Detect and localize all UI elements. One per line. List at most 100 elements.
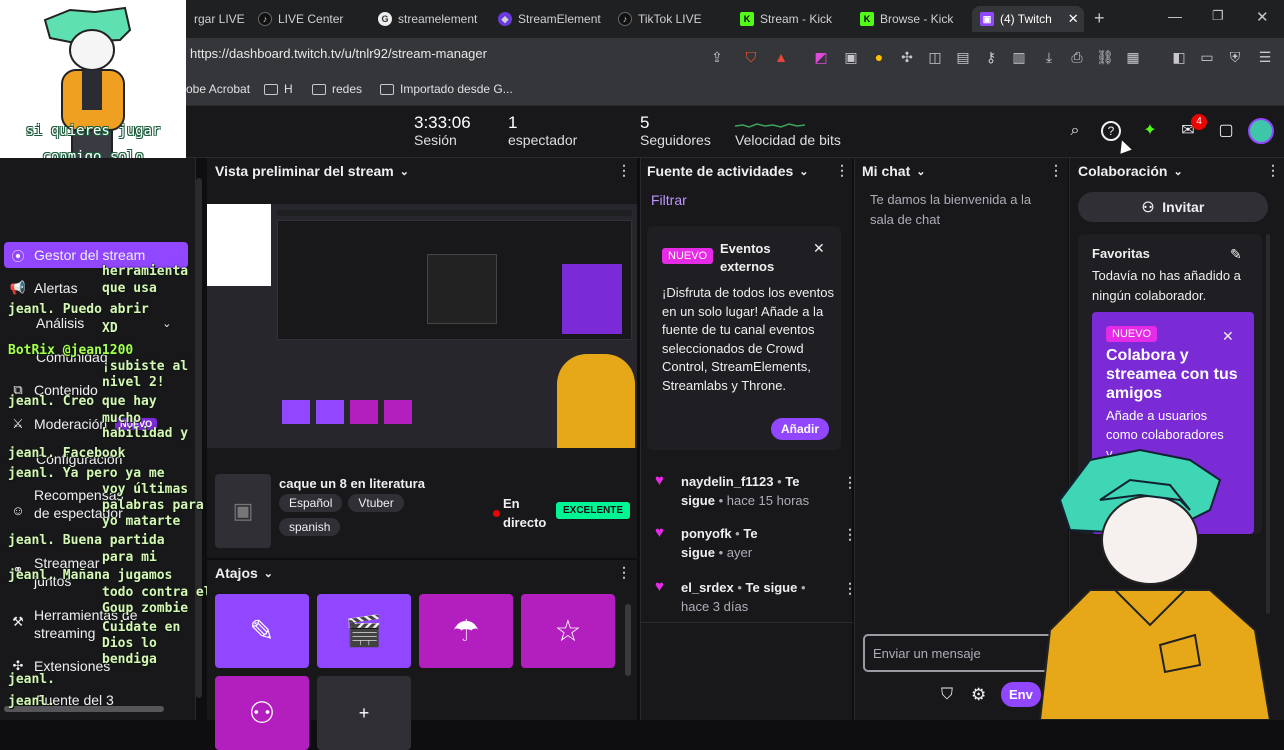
browser-tab-6[interactable]: K Stream - Kick xyxy=(732,6,844,32)
activity-event[interactable]: ♥ el_srdex • Te sigue • hace 3 días xyxy=(655,578,835,616)
tag[interactable]: Español xyxy=(279,494,343,512)
browser-tab-1[interactable]: rgar LIVE xyxy=(186,6,248,32)
twitch-top-bar: 3:33:06 Sesión 1 espectador 5 Seguidores… xyxy=(0,106,1284,158)
bookmark-h[interactable]: H xyxy=(264,82,293,96)
browser-tab-5[interactable]: ♪ TikTok LIVE xyxy=(610,6,722,32)
print-icon[interactable]: ⎙ xyxy=(1068,48,1086,66)
stream-preview-video[interactable] xyxy=(207,204,637,448)
extension-icon[interactable]: ● xyxy=(870,48,888,66)
extension-icon[interactable]: ◫ xyxy=(926,48,944,66)
sidebar-item-alerts[interactable]: 📢 Alertas xyxy=(10,280,78,296)
overlay-chat-line: mucho xyxy=(102,411,142,426)
close-tab-icon[interactable]: ✕ xyxy=(1068,11,1079,27)
close-icon[interactable]: ✕ xyxy=(813,240,825,257)
live-dot xyxy=(493,510,500,517)
share-icon[interactable]: ⇪ xyxy=(708,48,726,66)
bookmark-redes[interactable]: redes xyxy=(312,82,362,96)
tag[interactable]: Vtuber xyxy=(348,494,404,512)
search-icon[interactable]: ⌕ xyxy=(1064,120,1086,142)
stream-preview-panel: Vista preliminar del stream ⌄ ⋮ ▣ caque u… xyxy=(207,158,637,558)
extension-icon[interactable]: ▤ xyxy=(954,48,972,66)
avatar[interactable] xyxy=(1248,118,1274,144)
download-icon[interactable]: ⤓ xyxy=(1040,48,1058,66)
shortcuts-header[interactable]: Atajos ⌄ xyxy=(215,565,273,581)
collab-header[interactable]: Colaboración ⌄ xyxy=(1078,163,1183,179)
event-time: hace 15 horas xyxy=(726,493,810,508)
help-icon[interactable]: ? xyxy=(1101,121,1121,141)
preview-header[interactable]: Vista preliminar del stream ⌄ xyxy=(215,163,409,179)
sidebar-toggle-icon[interactable]: ◧ xyxy=(1170,48,1188,66)
puzzle-icon[interactable]: ✣ xyxy=(898,48,916,66)
bitrate-stat: Velocidad de bits xyxy=(735,114,841,148)
highlight-button[interactable]: ☆ xyxy=(521,594,615,668)
sparkle-icon[interactable]: ✦ xyxy=(1139,120,1161,142)
bookmark-acrobat[interactable]: obe Acrobat xyxy=(186,82,250,96)
shield-icon[interactable]: ⛉ xyxy=(941,686,953,704)
whispers-icon[interactable]: ▢ xyxy=(1215,120,1237,142)
maximize-icon[interactable]: ❐ xyxy=(1212,8,1224,24)
browser-tab-3[interactable]: G streamelement xyxy=(370,6,482,32)
overlay-chat-line: voy últimas xyxy=(102,482,189,497)
more-icon[interactable]: ⋮ xyxy=(1266,162,1280,179)
create-clip-button[interactable]: 🎬 xyxy=(317,594,411,668)
sword-icon: ⚔ xyxy=(12,416,24,431)
tag[interactable]: spanish xyxy=(279,518,341,536)
invite-button[interactable]: ⚇ Invitar xyxy=(1078,192,1268,222)
overlay-chat-line: jeanl. Ya pero ya me xyxy=(8,466,165,481)
add-moderator-button[interactable]: ⚇ xyxy=(215,676,309,750)
star-icon: ☆ xyxy=(554,614,582,648)
preview-webcam xyxy=(207,204,271,286)
new-tab-icon[interactable]: + xyxy=(1094,8,1105,29)
collab-promo-title: Colabora y streamea con tus amigos xyxy=(1106,347,1238,402)
quality-badge: EXCELENTE xyxy=(556,502,631,519)
vpn-icon[interactable]: ⛨ xyxy=(1226,48,1244,66)
wallet-icon[interactable]: ▭ xyxy=(1198,48,1216,66)
close-icon[interactable]: ✕ xyxy=(1222,328,1234,345)
browser-tab-2[interactable]: ♪ LIVE Center xyxy=(250,6,362,32)
browser-tab-4[interactable]: ◆ StreamElement xyxy=(490,6,602,32)
more-icon[interactable]: ⋮ xyxy=(835,162,849,179)
chat-header[interactable]: Mi chat ⌄ xyxy=(862,163,925,179)
rewards-icon[interactable]: ▲ xyxy=(772,48,790,66)
shortcuts-scrollbar[interactable] xyxy=(625,604,631,676)
browser-tab-twitch[interactable]: ▣ (4) Twitch ✕ xyxy=(972,6,1084,32)
bookmark-label: redes xyxy=(332,82,363,96)
pencil-icon[interactable]: ✎ xyxy=(1230,246,1242,263)
edit-stream-info-button[interactable]: ✎ xyxy=(215,594,309,668)
session-time: 3:33:06 xyxy=(414,113,471,132)
more-icon[interactable]: ⋮ xyxy=(1049,162,1063,179)
link-icon[interactable]: ⛓ xyxy=(1096,48,1114,66)
more-icon[interactable]: ⋮ xyxy=(617,564,631,581)
menu-icon[interactable]: ☰ xyxy=(1256,48,1274,66)
add-shortcut-button[interactable]: + xyxy=(317,676,411,750)
more-icon[interactable]: ⋮ xyxy=(617,162,631,179)
extension-icon[interactable]: ◩ xyxy=(812,48,830,66)
folder-icon xyxy=(264,83,278,95)
raid-button[interactable]: ☂ xyxy=(419,594,513,668)
bookmark-label: H xyxy=(284,82,293,96)
extension-icon[interactable]: ▣ xyxy=(842,48,860,66)
tab-label: TikTok LIVE xyxy=(638,12,702,26)
brave-shield-icon[interactable]: ⛉ xyxy=(742,48,760,66)
parachute-icon: ☂ xyxy=(452,614,480,648)
activity-event[interactable]: ♥ naydelin_f1123 • Te sigue • hace 15 ho… xyxy=(655,472,835,510)
extension-icon[interactable]: ▥ xyxy=(1010,48,1028,66)
gear-icon[interactable]: ⚙ xyxy=(971,685,986,705)
chevron-down-icon: ⌄ xyxy=(162,317,172,330)
extension-icon[interactable]: ▦ xyxy=(1124,48,1142,66)
activity-event[interactable]: ♥ ponyofk • Te sigue • ayer xyxy=(655,524,785,562)
key-icon[interactable]: ⚷ xyxy=(982,48,1000,66)
filter-button[interactable]: Filtrar xyxy=(651,192,687,208)
browser-tab-7[interactable]: K Browse - Kick xyxy=(852,6,964,32)
bookmark-label: Importado desde G... xyxy=(400,82,513,96)
url-field[interactable]: https://dashboard.twitch.tv/u/tnlr92/str… xyxy=(190,46,487,61)
add-button[interactable]: Añadir xyxy=(771,418,830,440)
bookmark-imported[interactable]: Importado desde G... xyxy=(380,82,513,96)
overlay-chat-line: Goup zombie xyxy=(102,601,189,616)
activity-header[interactable]: Fuente de actividades ⌄ xyxy=(647,163,809,179)
chevron-down-icon: ⌄ xyxy=(1173,165,1183,178)
sidebar-scrollbar[interactable] xyxy=(196,178,202,698)
minimize-icon[interactable]: — xyxy=(1168,8,1182,24)
overlay-chat-line: yo matarte xyxy=(102,514,181,529)
close-window-icon[interactable]: ✕ xyxy=(1256,8,1269,26)
